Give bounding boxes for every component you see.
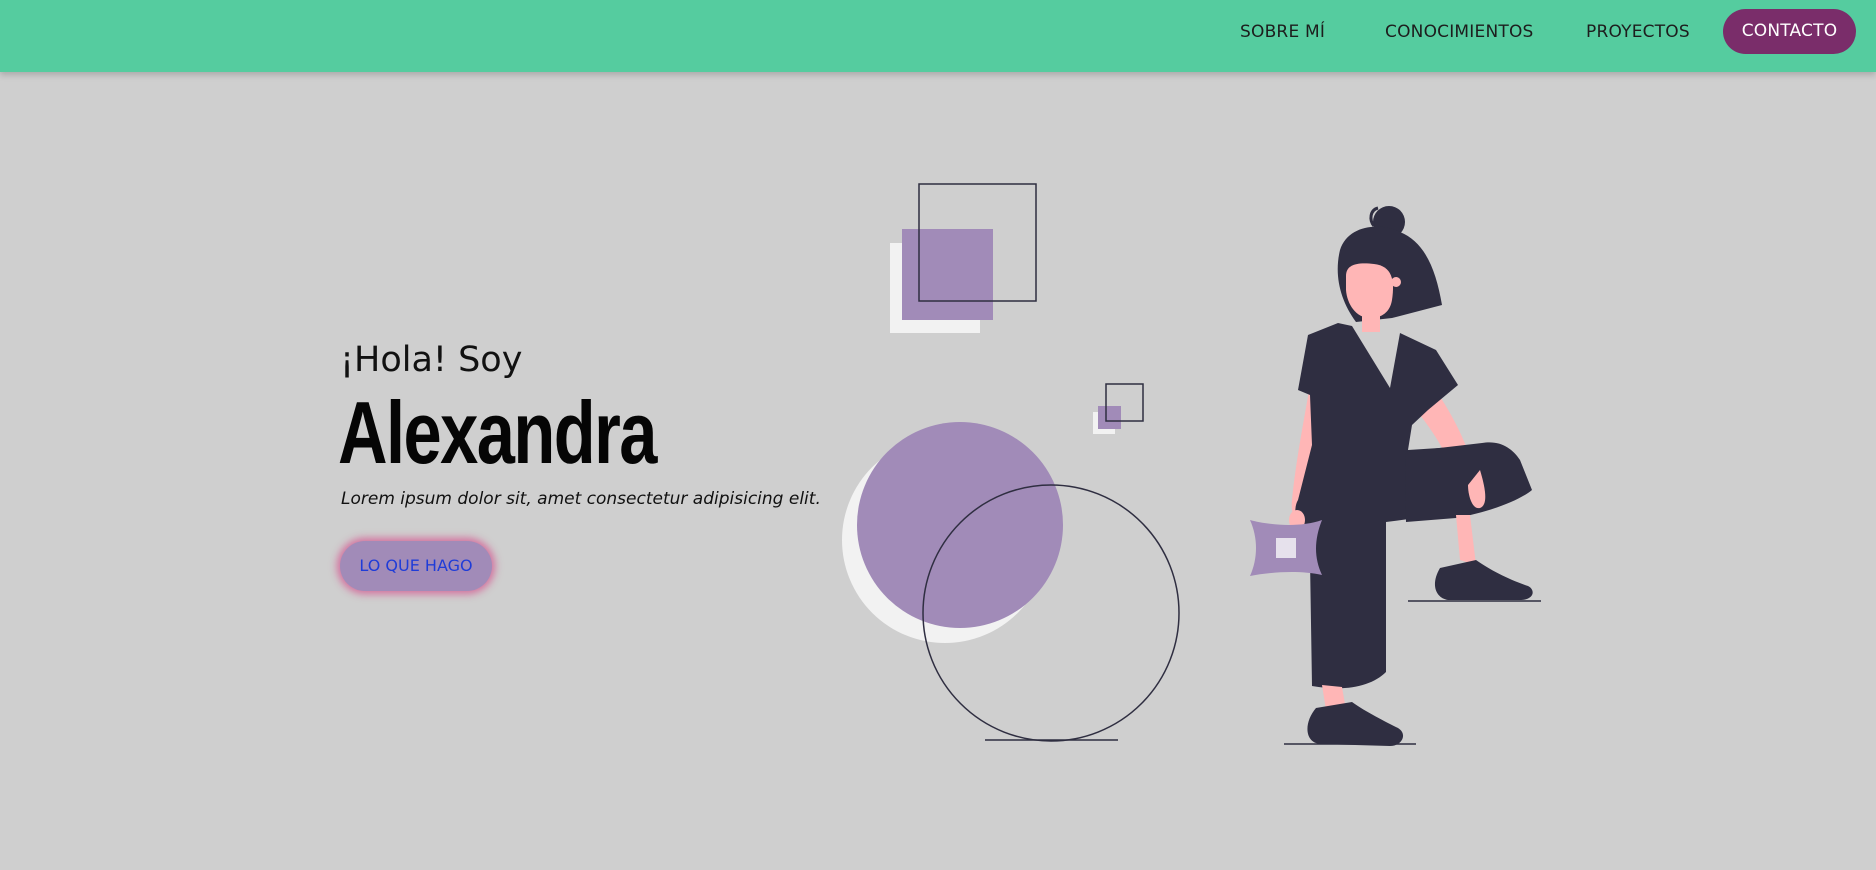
hero-illustration [842,183,1541,746]
nav-link-proyectos[interactable]: PROYECTOS [1586,18,1690,46]
hero-name: Alexandra [338,383,657,482]
contact-button[interactable]: CONTACTO [1723,9,1856,54]
top-navbar: SOBRE MÍ CONOCIMIENTOS PROYECTOS CONTACT… [0,0,1876,72]
nav-link-conocimientos[interactable]: CONOCIMIENTOS [1385,18,1534,46]
what-i-do-button[interactable]: LO QUE HAGO [340,541,492,591]
decorative-squares [890,183,1144,434]
hero-greeting: ¡Hola! Soy [340,340,523,380]
woman-figure [1250,206,1541,746]
decorative-circles [842,422,1180,742]
nav-link-sobre-mi[interactable]: SOBRE MÍ [1240,18,1325,46]
hero-subtitle: Lorem ipsum dolor sit, amet consectetur … [341,489,821,509]
